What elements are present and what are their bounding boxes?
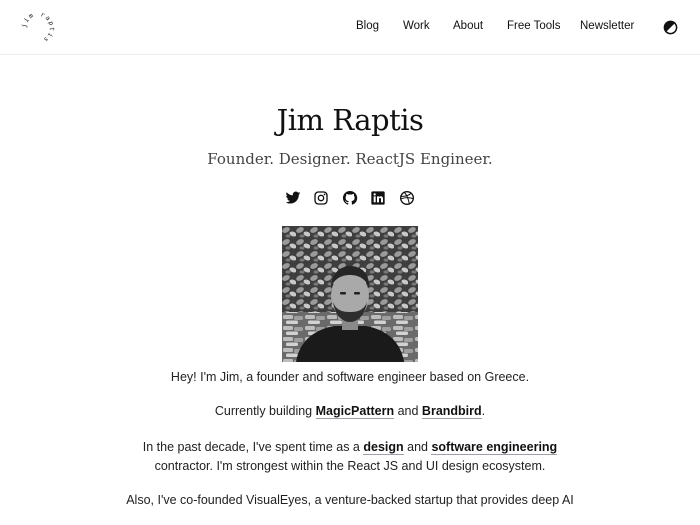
twitter-icon xyxy=(285,191,301,204)
bio-paragraph-1: Hey! I'm Jim, a founder and software eng… xyxy=(170,370,530,384)
nav-about[interactable]: About xyxy=(453,20,483,32)
instagram-link[interactable] xyxy=(313,190,329,206)
theme-toggle-button[interactable] xyxy=(663,20,678,35)
nav-newsletter[interactable]: Newsletter xyxy=(580,20,634,32)
half-moon-contrast-icon xyxy=(663,20,678,35)
bio-text: and xyxy=(403,440,432,454)
nav-work[interactable]: Work xyxy=(403,20,430,32)
dribbble-link[interactable] xyxy=(399,190,415,206)
bio-paragraph-2: Currently building MagicPattern and Bran… xyxy=(120,402,580,421)
bio-text: and xyxy=(394,404,422,418)
profile-photo xyxy=(282,226,418,362)
instagram-icon xyxy=(314,191,328,205)
page-title: Jim Raptis xyxy=(276,103,424,137)
dribbble-icon xyxy=(400,191,414,205)
github-icon xyxy=(342,190,358,205)
nav-blog[interactable]: Blog xyxy=(356,20,379,32)
bio-text: In the past decade, I've spent time as a xyxy=(142,440,364,454)
tagline: Founder. Designer. ReactJS Engineer. xyxy=(207,150,493,168)
bio-text: . xyxy=(481,404,486,418)
software-engineering-link[interactable]: software engineering xyxy=(431,440,558,455)
bio-text: Currently building xyxy=(214,404,316,418)
design-link[interactable]: design xyxy=(363,440,404,455)
nav-free-tools[interactable]: Free Tools xyxy=(507,20,560,32)
bio-paragraph-3: In the past decade, I've spent time as a… xyxy=(120,438,580,476)
site-header: jim raptis Blog Work About Free Tools Ne… xyxy=(0,0,700,55)
bio-paragraph-4: Also, I've co-founded VisualEyes, a vent… xyxy=(126,493,574,507)
social-links xyxy=(0,190,700,206)
magicpattern-link[interactable]: MagicPattern xyxy=(315,404,395,419)
linkedin-icon xyxy=(371,191,385,205)
twitter-link[interactable] xyxy=(285,190,301,206)
portrait-illustration xyxy=(282,226,418,362)
linkedin-link[interactable] xyxy=(370,190,386,206)
brandbird-link[interactable]: Brandbird xyxy=(421,404,482,419)
main-nav: Blog Work About Free Tools Newsletter xyxy=(0,20,700,36)
bio-text: contractor. I'm strongest within the Rea… xyxy=(154,459,546,473)
github-link[interactable] xyxy=(342,190,358,206)
